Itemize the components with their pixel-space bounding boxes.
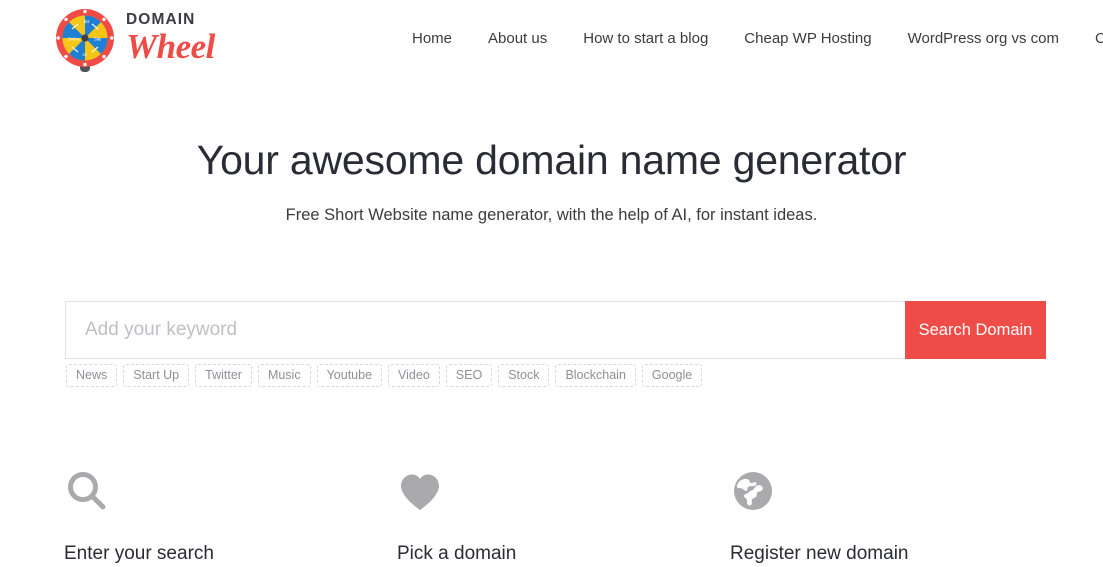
nav-item-contact[interactable]: Contact: [1077, 28, 1103, 50]
feature-label: Enter your search: [64, 543, 214, 564]
search-icon: [64, 466, 397, 518]
main-navigation: Home About us How to start a blog Cheap …: [398, 28, 1103, 50]
keyword-suggestion-list: News Start Up Twitter Music Youtube Vide…: [66, 364, 1056, 387]
svg-text:.Biz: .Biz: [83, 19, 90, 24]
feature-register-new-domain: Register new domain: [730, 466, 1063, 567]
spinning-wheel-icon: .Biz .Site .Io .Online: [53, 7, 117, 73]
page-root: .Biz .Site .Io .Online DOMAIN Wheel Home…: [0, 0, 1103, 567]
keyword-chip-news[interactable]: News: [66, 364, 118, 387]
globe-icon: [730, 466, 1063, 518]
search-input[interactable]: [65, 301, 905, 359]
keyword-chip-twitter[interactable]: Twitter: [195, 364, 252, 387]
search-domain-button[interactable]: Search Domain: [905, 301, 1046, 359]
nav-item-cheap-wp-hosting[interactable]: Cheap WP Hosting: [726, 28, 889, 50]
feature-label: Pick a domain: [397, 543, 517, 564]
feature-enter-your-search: Enter your search: [64, 466, 397, 567]
site-header: .Biz .Site .Io .Online DOMAIN Wheel Home…: [0, 0, 1103, 80]
keyword-chip-google[interactable]: Google: [641, 364, 703, 387]
svg-text:.Online: .Online: [67, 36, 81, 41]
keyword-chip-stock[interactable]: Stock: [498, 364, 550, 387]
nav-item-home[interactable]: Home: [398, 28, 470, 50]
svg-text:.Io: .Io: [82, 52, 87, 57]
keyword-chip-blockchain[interactable]: Blockchain: [555, 364, 636, 387]
brand-word-wheel: Wheel: [126, 26, 215, 66]
brand-wordmark: DOMAIN Wheel: [126, 12, 215, 68]
page-title: Your awesome domain name generator: [196, 137, 907, 183]
svg-text:.Site: .Site: [93, 36, 102, 41]
nav-item-about-us[interactable]: About us: [470, 28, 565, 50]
feature-pick-a-domain: Pick a domain: [397, 466, 730, 567]
keyword-chip-video[interactable]: Video: [388, 364, 440, 387]
domain-search-bar: Search Domain: [65, 301, 1046, 359]
nav-item-wordpress-org-vs-com[interactable]: WordPress org vs com: [890, 28, 1077, 50]
hero-section: Your awesome domain name generator Free …: [0, 132, 1103, 227]
keyword-chip-music[interactable]: Music: [257, 364, 311, 387]
feature-label: Register new domain: [730, 543, 909, 564]
keyword-chip-start-up[interactable]: Start Up: [123, 364, 190, 387]
feature-row: Enter your search Pick a domain Register…: [64, 466, 1044, 567]
heart-icon: [397, 466, 730, 518]
brand-word-domain: DOMAIN: [126, 11, 196, 29]
keyword-chip-youtube[interactable]: Youtube: [316, 364, 383, 387]
brand-logo[interactable]: .Biz .Site .Io .Online DOMAIN Wheel: [53, 6, 215, 74]
keyword-chip-seo[interactable]: SEO: [445, 364, 493, 387]
page-subtitle: Free Short Website name generator, with …: [285, 206, 818, 224]
nav-item-how-to-start-a-blog[interactable]: How to start a blog: [565, 28, 726, 50]
